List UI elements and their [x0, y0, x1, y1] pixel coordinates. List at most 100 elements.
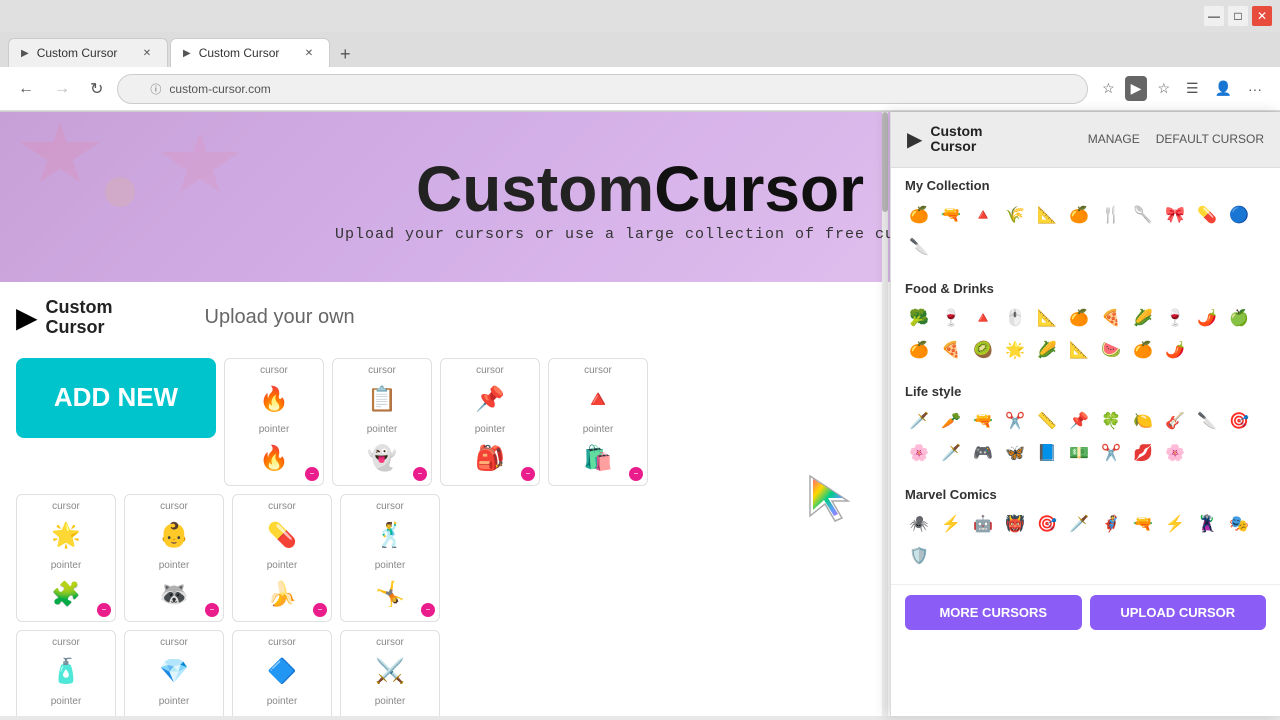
upload-cursor-button[interactable]: UPLOAD CURSOR: [1090, 595, 1267, 630]
cursor-thumb[interactable]: 🍕: [1097, 304, 1125, 332]
cursor-remove-btn[interactable]: −: [305, 467, 319, 481]
cursor-thumb[interactable]: 🦹: [1193, 510, 1221, 538]
cursor-remove-btn[interactable]: −: [97, 603, 111, 617]
cursor-remove-btn[interactable]: −: [413, 467, 427, 481]
close-button[interactable]: ✕: [1252, 6, 1272, 26]
cursor-thumb[interactable]: 🍷: [937, 304, 965, 332]
more-cursors-button[interactable]: MORE CURSORS: [905, 595, 1082, 630]
scrollbar-thumb[interactable]: [882, 112, 888, 212]
cursor-thumb[interactable]: 💋: [1129, 439, 1157, 467]
cursor-thumb[interactable]: 🌸: [905, 439, 933, 467]
cursor-thumb[interactable]: 💊: [1193, 201, 1221, 229]
new-tab-button[interactable]: +: [332, 42, 359, 67]
tab-1[interactable]: ▶ Custom Cursor ✕: [8, 38, 168, 67]
cursor-thumb[interactable]: 📌: [1065, 407, 1093, 435]
cursor-thumb[interactable]: 🎭: [1225, 510, 1253, 538]
cursor-thumb[interactable]: 🥄: [1129, 201, 1157, 229]
cursor-thumb[interactable]: 🔪: [1193, 407, 1221, 435]
cursor-thumb[interactable]: 🍊: [1065, 304, 1093, 332]
cursor-thumb[interactable]: ✂️: [1097, 439, 1125, 467]
cursor-ext-button[interactable]: ▶: [1125, 76, 1148, 101]
cursor-remove-btn[interactable]: −: [421, 603, 435, 617]
cursor-thumb[interactable]: 🔫: [969, 407, 997, 435]
reading-mode-button[interactable]: ☰: [1180, 76, 1205, 101]
cursor-thumb[interactable]: 🍊: [1129, 336, 1157, 364]
cursor-thumb[interactable]: 🍊: [905, 336, 933, 364]
cursor-thumb[interactable]: 🍴: [1097, 201, 1125, 229]
cursor-thumb[interactable]: 🌶️: [1161, 336, 1189, 364]
address-bar[interactable]: ⓘ custom-cursor.com: [117, 74, 1088, 104]
cursor-thumb[interactable]: 👹: [1001, 510, 1029, 538]
cursor-thumb[interactable]: 🌸: [1161, 439, 1189, 467]
cursor-thumb[interactable]: 📐: [1033, 304, 1061, 332]
cursor-thumb[interactable]: 💵: [1065, 439, 1093, 467]
cursor-thumb[interactable]: 🍊: [1065, 201, 1093, 229]
cursor-thumb[interactable]: 🍕: [937, 336, 965, 364]
cursor-thumb[interactable]: 🌽: [1129, 304, 1157, 332]
cursor-thumb[interactable]: 🔺: [969, 304, 997, 332]
cursor-thumb[interactable]: ⚡: [937, 510, 965, 538]
favorites-button[interactable]: ☆: [1151, 76, 1176, 101]
cursor-remove-btn[interactable]: −: [521, 467, 535, 481]
scrollbar[interactable]: [882, 112, 888, 716]
cursor-thumb[interactable]: 🔺: [969, 201, 997, 229]
minimize-button[interactable]: —: [1204, 6, 1224, 26]
cursor-thumb[interactable]: 🍀: [1097, 407, 1125, 435]
cursor-thumb[interactable]: 🍷: [1161, 304, 1189, 332]
cursor-thumb[interactable]: 🗡️: [937, 439, 965, 467]
cursor-thumb[interactable]: 🕷️: [905, 510, 933, 538]
cursor-thumb[interactable]: 🌟: [1001, 336, 1029, 364]
cursor-thumb[interactable]: 🌶️: [1193, 304, 1221, 332]
cursor-thumb[interactable]: 🦋: [1001, 439, 1029, 467]
tab-2[interactable]: ▶ Custom Cursor ✕: [170, 38, 330, 67]
cursor-item: cursor ⚔️ pointer 🧙 −: [340, 630, 440, 716]
cursor-thumb[interactable]: 🍋: [1129, 407, 1157, 435]
cursor-thumb[interactable]: ⚡: [1161, 510, 1189, 538]
cursor-thumb[interactable]: 🎀: [1161, 201, 1189, 229]
maximize-button[interactable]: □: [1228, 6, 1248, 26]
cursor-thumb[interactable]: 📐: [1065, 336, 1093, 364]
cursor-thumb[interactable]: 🎮: [969, 439, 997, 467]
star-button[interactable]: ☆: [1096, 76, 1121, 101]
tab-1-close[interactable]: ✕: [139, 45, 155, 61]
cursor-thumb[interactable]: 🖱️: [1001, 304, 1029, 332]
cursor-thumb[interactable]: 🔪: [905, 233, 933, 261]
forward-button[interactable]: →: [48, 76, 76, 102]
cursor-thumb[interactable]: 📐: [1033, 201, 1061, 229]
cursor-remove-btn[interactable]: −: [313, 603, 327, 617]
cursor-remove-btn[interactable]: −: [205, 603, 219, 617]
cursor-thumb[interactable]: 🔵: [1225, 201, 1253, 229]
tab-2-close[interactable]: ✕: [301, 45, 317, 61]
cursor-thumb[interactable]: 🔫: [1129, 510, 1157, 538]
cursor-thumb[interactable]: 🔫: [937, 201, 965, 229]
cursor-thumb[interactable]: 🤖: [969, 510, 997, 538]
cursor-thumb[interactable]: 🛡️: [905, 542, 933, 570]
cursor-remove-btn[interactable]: −: [629, 467, 643, 481]
cursor-thumb[interactable]: 📏: [1033, 407, 1061, 435]
cursor-thumb[interactable]: ✂️: [1001, 407, 1029, 435]
manage-link[interactable]: MANAGE: [1088, 132, 1140, 146]
cursor-thumb[interactable]: 🎯: [1033, 510, 1061, 538]
profile-button[interactable]: 👤: [1209, 76, 1238, 101]
more-button[interactable]: ···: [1242, 76, 1268, 101]
cursor-thumb[interactable]: 🗡️: [905, 407, 933, 435]
add-new-button[interactable]: ADD NEW: [16, 358, 216, 438]
cursor-thumb[interactable]: 🍊: [905, 201, 933, 229]
marvel-cursors: 🕷️ ⚡ 🤖 👹 🎯 🗡️ 🦸 🔫 ⚡ 🦹 🎭 🛡️: [905, 510, 1266, 570]
cursor-thumb[interactable]: 🥦: [905, 304, 933, 332]
cursor-thumb[interactable]: 🎯: [1225, 407, 1253, 435]
cursor-thumb[interactable]: 🗡️: [1065, 510, 1093, 538]
cursor-thumb[interactable]: 🍉: [1097, 336, 1125, 364]
cursor-thumb[interactable]: 🌾: [1001, 201, 1029, 229]
cursor-thumb[interactable]: 📘: [1033, 439, 1061, 467]
cursor-thumb[interactable]: 🌽: [1033, 336, 1061, 364]
cursor-thumb[interactable]: 🎸: [1161, 407, 1189, 435]
refresh-button[interactable]: ↻: [84, 75, 109, 103]
cursor-thumb[interactable]: 🍏: [1225, 304, 1253, 332]
page-content: Custom Cursor Upload your cursors or use…: [0, 112, 1280, 716]
default-cursor-link[interactable]: DEFAULT CURSOR: [1156, 132, 1264, 146]
cursor-thumb[interactable]: 🥝: [969, 336, 997, 364]
cursor-thumb[interactable]: 🦸: [1097, 510, 1125, 538]
back-button[interactable]: ←: [12, 76, 40, 102]
cursor-thumb[interactable]: 🥕: [937, 407, 965, 435]
